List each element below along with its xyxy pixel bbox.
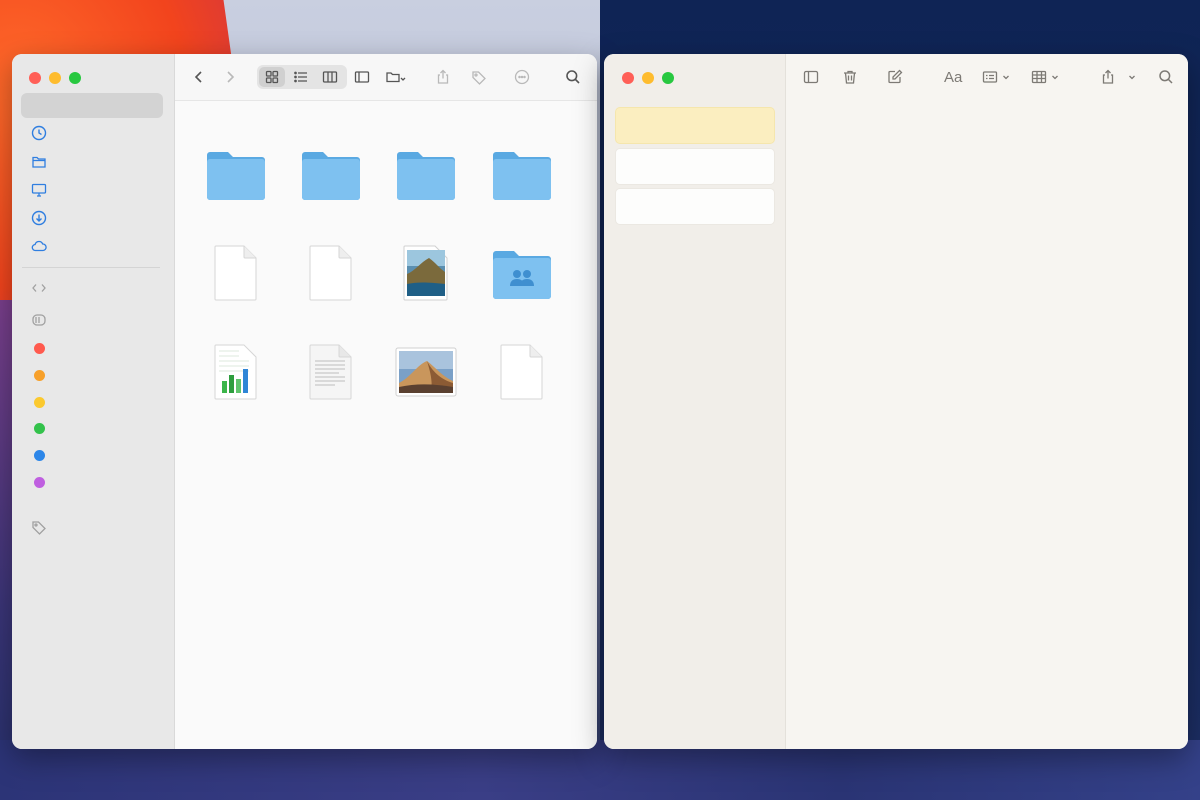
note-list-item[interactable] [615, 148, 775, 185]
notes-traffic-lights [622, 72, 674, 84]
icloud-icon[interactable] [30, 237, 48, 255]
notes-toolbar: Aa [786, 54, 1188, 101]
spreadsheet-icon[interactable] [203, 339, 269, 405]
group-icon[interactable] [380, 66, 412, 88]
compose-icon[interactable] [887, 67, 903, 87]
format-icon[interactable]: Aa [944, 67, 962, 87]
tag-color-dot[interactable] [34, 397, 45, 408]
zoom-button[interactable] [662, 72, 674, 84]
recents-clock-icon[interactable] [30, 124, 48, 142]
table-icon[interactable] [1031, 67, 1059, 87]
network-icon[interactable] [30, 279, 48, 297]
tag-color-dot[interactable] [34, 343, 45, 354]
list-view-icon[interactable] [289, 66, 313, 88]
search-icon[interactable] [561, 66, 585, 88]
document-icon[interactable] [489, 339, 555, 405]
checklist-icon[interactable] [982, 67, 1010, 87]
tag-color-dot[interactable] [34, 477, 45, 488]
finder-traffic-lights [29, 72, 81, 84]
forward-icon[interactable] [218, 66, 242, 88]
folder-icon[interactable] [298, 141, 364, 207]
text-document-icon[interactable] [298, 339, 364, 405]
note-list-item[interactable] [615, 107, 775, 144]
folder-icon[interactable] [203, 141, 269, 207]
format-label: Aa [944, 68, 963, 86]
tag-icon[interactable] [30, 518, 48, 536]
finder-toolbar [175, 54, 597, 101]
downloads-icon[interactable] [30, 209, 48, 227]
back-icon[interactable] [187, 66, 211, 88]
tag-icon[interactable] [467, 66, 491, 88]
sidebar-toggle-icon[interactable] [803, 67, 819, 87]
sidebar-selected-item[interactable] [21, 93, 163, 118]
folder-icon[interactable] [489, 141, 555, 207]
document-icon[interactable] [203, 240, 269, 306]
minimize-button[interactable] [642, 72, 654, 84]
share-icon[interactable] [431, 66, 455, 88]
more-icon[interactable] [510, 66, 534, 88]
minimize-button[interactable] [49, 72, 61, 84]
image-desert-icon[interactable] [393, 339, 459, 405]
note-editor[interactable]: Aa [786, 54, 1188, 749]
sidebar-divider [22, 267, 160, 268]
tag-color-dot[interactable] [34, 450, 45, 461]
notes-window: Aa [604, 54, 1188, 749]
share-icon[interactable] [1100, 67, 1136, 87]
desktop-icon[interactable] [30, 181, 48, 199]
notes-list-pane [604, 54, 786, 749]
documents-icon[interactable] [30, 153, 48, 171]
close-button[interactable] [29, 72, 41, 84]
tag-color-dot[interactable] [34, 423, 45, 434]
shared-folder-icon[interactable] [489, 240, 555, 306]
image-coast-icon[interactable] [393, 240, 459, 306]
wallpaper-bottom [0, 740, 1200, 800]
finder-sidebar [12, 54, 175, 749]
finder-window [12, 54, 597, 749]
disk-icon[interactable] [30, 311, 48, 329]
column-view-icon[interactable] [318, 66, 342, 88]
gallery-view-icon[interactable] [350, 66, 374, 88]
tag-color-dot[interactable] [34, 370, 45, 381]
close-button[interactable] [622, 72, 634, 84]
icon-view-icon[interactable] [260, 66, 284, 88]
finder-content [175, 54, 597, 749]
trash-icon[interactable] [842, 67, 858, 87]
document-icon[interactable] [298, 240, 364, 306]
search-icon[interactable] [1158, 67, 1174, 87]
zoom-button[interactable] [69, 72, 81, 84]
folder-icon[interactable] [393, 141, 459, 207]
note-list-item[interactable] [615, 188, 775, 225]
